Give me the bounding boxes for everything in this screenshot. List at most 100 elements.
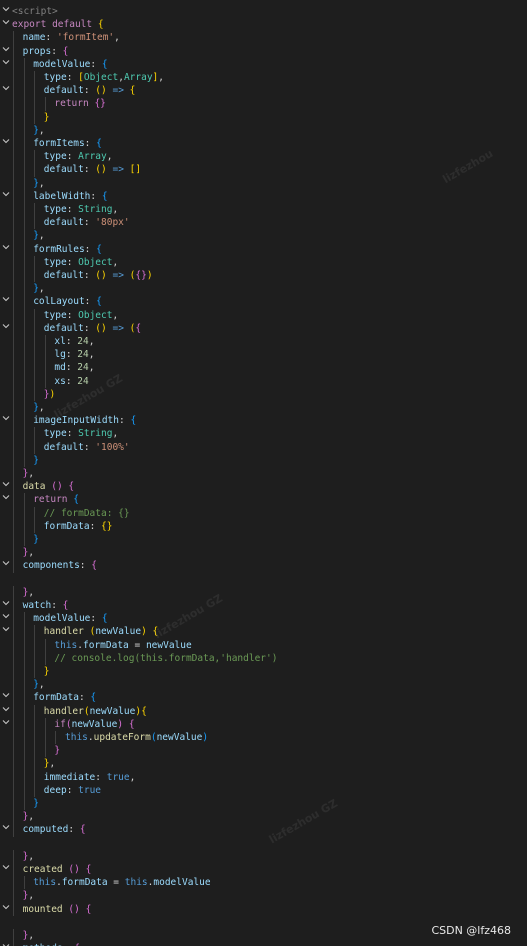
code-line[interactable]: }, [0, 467, 527, 480]
code-line[interactable]: type: String, [0, 203, 527, 216]
code-line[interactable]: formItems: { [0, 137, 527, 150]
code-line[interactable]: // formData: {} [0, 507, 527, 520]
chevron-down-icon[interactable] [1, 137, 10, 150]
chevron-down-icon[interactable] [1, 45, 10, 58]
code-line[interactable]: props: { [0, 45, 527, 58]
code-line[interactable] [0, 837, 527, 850]
code-line[interactable]: }, [0, 586, 527, 599]
code-line[interactable]: components: { [0, 559, 527, 572]
code-line[interactable]: handler(newValue){ [0, 705, 527, 718]
code-line[interactable]: }, [0, 124, 527, 137]
code-line[interactable]: xl: 24, [0, 335, 527, 348]
code-line[interactable]: export default { [0, 18, 527, 31]
chevron-down-icon[interactable] [1, 691, 10, 704]
code-line[interactable]: }, [0, 678, 527, 691]
code-line[interactable]: default: () => { [0, 84, 527, 97]
code-line[interactable]: } [0, 797, 527, 810]
chevron-down-icon[interactable] [1, 705, 10, 718]
code-line[interactable]: if(newValue) { [0, 718, 527, 731]
code-text: formData: {} [44, 520, 113, 533]
chevron-down-icon[interactable] [1, 559, 10, 572]
code-line[interactable]: default: () => ({ [0, 322, 527, 335]
chevron-down-icon[interactable] [1, 903, 10, 916]
code-line[interactable]: }, [0, 850, 527, 863]
code-line[interactable]: formData: { [0, 691, 527, 704]
code-line[interactable]: default: () => [] [0, 163, 527, 176]
code-line[interactable]: }, [0, 757, 527, 770]
code-line[interactable]: default: '100%' [0, 441, 527, 454]
code-line[interactable]: default: () => ({}) [0, 269, 527, 282]
chevron-down-icon[interactable] [1, 322, 10, 335]
chevron-down-icon[interactable] [1, 243, 10, 256]
chevron-down-icon[interactable] [1, 84, 10, 97]
code-line[interactable]: modelValue: { [0, 612, 527, 625]
code-line[interactable]: }, [0, 889, 527, 902]
code-line[interactable]: md: 24, [0, 361, 527, 374]
code-line[interactable]: this.formData = this.modelValue [0, 876, 527, 889]
code-line[interactable]: handler (newValue) { [0, 625, 527, 638]
code-line[interactable]: } [0, 744, 527, 757]
chevron-down-icon[interactable] [1, 612, 10, 625]
code-token: ) [202, 732, 209, 743]
code-line[interactable]: } [0, 454, 527, 467]
code-line[interactable]: }, [0, 177, 527, 190]
code-line[interactable]: computed: { [0, 823, 527, 836]
chevron-down-icon[interactable] [1, 480, 10, 493]
code-line[interactable]: }, [0, 546, 527, 559]
code-line[interactable]: type: Object, [0, 256, 527, 269]
code-line[interactable]: }, [0, 401, 527, 414]
code-line[interactable]: formRules: { [0, 243, 527, 256]
code-line[interactable]: }, [0, 282, 527, 295]
chevron-down-icon[interactable] [1, 823, 10, 836]
code-line[interactable]: // console.log(this.formData,'handler') [0, 652, 527, 665]
code-line[interactable]: formData: {} [0, 520, 527, 533]
code-line[interactable]: return { [0, 493, 527, 506]
code-line[interactable]: type: String, [0, 427, 527, 440]
code-line[interactable]: created () { [0, 863, 527, 876]
code-token: { [90, 692, 97, 704]
code-line[interactable]: return {} [0, 97, 527, 110]
code-line[interactable]: lg: 24, [0, 348, 527, 361]
code-line[interactable]: deep: true [0, 784, 527, 797]
code-line[interactable]: modelValue: { [0, 58, 527, 71]
code-line[interactable]: }, [0, 229, 527, 242]
code-line[interactable]: immediate: true, [0, 771, 527, 784]
chevron-down-icon[interactable] [1, 5, 10, 18]
chevron-down-icon[interactable] [1, 718, 10, 731]
code-line[interactable]: type: [Object,Array], [0, 71, 527, 84]
chevron-down-icon[interactable] [1, 942, 10, 946]
code-line[interactable]: default: '80px' [0, 216, 527, 229]
code-token: default [43, 270, 84, 281]
code-line[interactable]: type: Object, [0, 309, 527, 322]
code-token: () [68, 903, 80, 915]
chevron-down-icon[interactable] [1, 295, 10, 308]
code-line[interactable]: }, [0, 810, 527, 823]
code-line[interactable]: watch: { [0, 599, 527, 612]
code-line[interactable]: methods: { [0, 942, 527, 946]
chevron-down-icon[interactable] [1, 58, 10, 71]
code-line[interactable]: this.formData = newValue [0, 639, 527, 652]
chevron-down-icon[interactable] [1, 414, 10, 427]
code-line[interactable]: type: Array, [0, 150, 527, 163]
code-line[interactable]: labelWidth: { [0, 190, 527, 203]
chevron-down-icon[interactable] [1, 599, 10, 612]
code-line[interactable]: name: 'formItem', [0, 31, 527, 44]
code-line[interactable]: imageInputWidth: { [0, 414, 527, 427]
chevron-down-icon[interactable] [1, 863, 10, 876]
chevron-down-icon[interactable] [1, 493, 10, 506]
code-line[interactable]: colLayout: { [0, 295, 527, 308]
code-line[interactable]: this.updateForm(newValue) [0, 731, 527, 744]
chevron-down-icon[interactable] [1, 625, 10, 638]
code-line[interactable]: } [0, 533, 527, 546]
chevron-down-icon[interactable] [1, 18, 10, 31]
code-line[interactable]: } [0, 665, 527, 678]
code-line[interactable]: xs: 24 [0, 375, 527, 388]
code-line[interactable]: data () { [0, 480, 527, 493]
code-editor[interactable]: <script> export default {name: 'formItem'… [0, 5, 527, 946]
code-line[interactable]: <script> [0, 5, 527, 18]
chevron-down-icon[interactable] [1, 190, 10, 203]
code-line[interactable]: }) [0, 388, 527, 401]
code-line[interactable] [0, 573, 527, 586]
code-line[interactable]: mounted () { [0, 903, 527, 916]
code-line[interactable]: } [0, 111, 527, 124]
